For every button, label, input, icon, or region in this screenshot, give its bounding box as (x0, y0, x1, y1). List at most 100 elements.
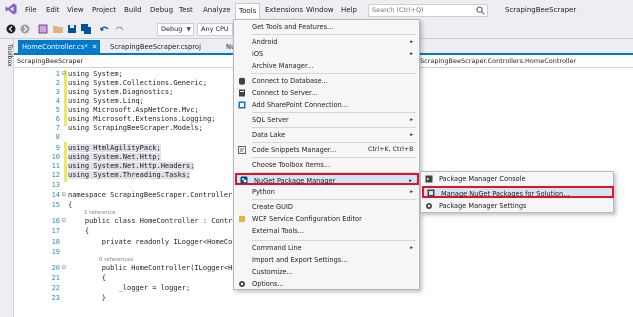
menu-item-create-guid[interactable]: Create GUID (234, 201, 419, 213)
visual-studio-logo-icon (5, 3, 17, 15)
console-icon (425, 175, 433, 183)
line-number: 19 (51, 248, 60, 256)
line-number: 5 (55, 106, 60, 114)
tools-menu: Get Tools and Features... Android ▸ iOS … (233, 19, 420, 290)
submenu-arrow-icon: ▸ (410, 51, 413, 57)
tab-csproj[interactable]: ScrapingBeeScraper.csproj (106, 40, 206, 54)
menu-item-label: Options... (252, 280, 284, 288)
menu-tools[interactable]: Tools (235, 3, 261, 20)
class-dropdown[interactable]: ScrapingBeeScraper.Controllers.HomeContr… (420, 56, 576, 67)
code-line: namespace ScrapingBeeScraper.Controllers (68, 191, 237, 199)
menu-analyze[interactable]: Analyze (200, 4, 234, 16)
menu-file[interactable]: File (22, 4, 40, 16)
menu-item-package-manager-settings[interactable]: Package Manager Settings (421, 200, 613, 212)
menu-edit[interactable]: Edit (43, 4, 63, 16)
line-number: 12 (51, 171, 60, 179)
menu-item-code-snippets[interactable]: Code Snippets Manager... Ctrl+K, Ctrl+B (234, 144, 419, 156)
menu-item-label: Add SharePoint Connection... (252, 101, 348, 109)
menu-item-customize[interactable]: Customize... (234, 266, 419, 278)
menu-separator (252, 199, 416, 200)
fold-toggle[interactable]: ⊟ (62, 264, 66, 271)
menu-item-command-line[interactable]: Command Line ▸ (234, 242, 419, 254)
menu-item-package-manager-console[interactable]: Package Manager Console (421, 173, 613, 185)
menu-item-label: Package Manager Console (439, 175, 526, 183)
menu-test[interactable]: Test (176, 4, 196, 16)
search-placeholder: Search (Ctrl+Q) (372, 6, 424, 14)
menu-item-import-export[interactable]: Import and Export Settings... (234, 254, 419, 266)
menu-item-label: Archive Manager... (252, 62, 314, 70)
undo-icon[interactable] (98, 23, 110, 35)
code-line: using System.Threading.Tasks; (68, 171, 191, 179)
open-folder-icon[interactable] (52, 23, 64, 35)
fold-toggle[interactable]: ⊟ (62, 191, 66, 198)
save-icon[interactable] (66, 23, 78, 35)
menu-item-choose-toolbox[interactable]: Choose Toolbox Items... (234, 159, 419, 171)
tab-label: HomeController.cs* (22, 43, 88, 51)
line-number: 17 (51, 227, 60, 235)
project-dropdown[interactable]: ScrapingBeeScraper (17, 56, 83, 67)
menu-item-connect-database[interactable]: Connect to Database... (234, 75, 419, 87)
menu-build[interactable]: Build (121, 4, 145, 16)
menu-item-label: Choose Toolbox Items... (252, 161, 330, 169)
menu-item-get-tools[interactable]: Get Tools and Features... (234, 21, 419, 33)
code-line: using HtmlAgilityPack; (68, 144, 161, 152)
submenu-arrow-icon: ▸ (410, 117, 413, 123)
menu-item-python[interactable]: Python ▸ (234, 186, 419, 198)
menu-project[interactable]: Project (89, 4, 119, 16)
menu-extensions[interactable]: Extensions (262, 4, 306, 16)
tab-homecontroller[interactable]: HomeController.cs* ✕ (18, 40, 100, 54)
change-marker (64, 70, 67, 126)
submenu-arrow-icon: ▸ (410, 245, 413, 251)
search-input[interactable]: Search (Ctrl+Q) (368, 4, 488, 17)
menu-item-android[interactable]: Android ▸ (234, 36, 419, 48)
menu-item-archive-manager[interactable]: Archive Manager... (234, 60, 419, 72)
nuget-submenu: Package Manager Console Manage NuGet Pac… (420, 171, 614, 213)
menu-window[interactable]: Window (303, 4, 337, 16)
code-snippet-icon (238, 146, 246, 154)
menu-item-manage-nuget-packages[interactable]: Manage NuGet Packages for Solution... (422, 186, 614, 198)
forward-icon[interactable] (19, 23, 31, 35)
save-all-icon[interactable] (80, 23, 92, 35)
fold-toggle[interactable]: ⊟ (62, 217, 66, 224)
platform-dropdown[interactable]: Any CPU (197, 23, 233, 36)
menu-item-label: Import and Export Settings... (252, 256, 348, 264)
menu-item-wcf-editor[interactable]: WCF Service Configuration Editor (234, 213, 419, 225)
toolbox-tab[interactable]: Toolbox (1, 44, 13, 84)
menu-separator (252, 142, 416, 143)
line-number: 2 (55, 79, 60, 87)
menu-item-external-tools[interactable]: External Tools... (234, 225, 419, 237)
line-number: 23 (51, 294, 60, 302)
code-line: using Microsoft.Extensions.Logging; (68, 115, 216, 123)
code-line: using System.Diagnostics; (68, 88, 174, 96)
chevron-down-icon: ▼ (186, 26, 191, 33)
menu-item-ios[interactable]: iOS ▸ (234, 48, 419, 60)
menu-item-sharepoint[interactable]: Add SharePoint Connection... (234, 99, 419, 111)
menu-separator (252, 34, 416, 35)
fold-toggle[interactable]: ⊟ (62, 70, 66, 77)
back-icon[interactable] (5, 23, 17, 35)
menu-item-nuget-package-manager[interactable]: NuGet Package Manager ▸ (235, 173, 419, 185)
line-number: 14 (51, 191, 60, 199)
menu-item-connect-server[interactable]: Connect to Server... (234, 87, 419, 99)
code-line: _logger = logger; (68, 284, 191, 292)
menu-item-options[interactable]: Options... (234, 278, 419, 290)
menu-item-data-lake[interactable]: Data Lake ▸ (234, 129, 419, 141)
new-project-icon[interactable] (37, 23, 49, 35)
code-line: using Microsoft.AspNetCore.Mvc; (68, 106, 199, 114)
menu-help[interactable]: Help (338, 4, 360, 16)
codelens-references[interactable]: 1 reference (84, 210, 116, 216)
menu-item-sql-server[interactable]: SQL Server ▸ (234, 114, 419, 126)
menu-view[interactable]: View (64, 4, 87, 16)
configuration-dropdown[interactable]: Debug ▼ (157, 23, 194, 36)
menu-debug[interactable]: Debug (147, 4, 176, 16)
menu-item-label: Command Line (252, 244, 302, 252)
close-icon[interactable]: ✕ (92, 43, 98, 51)
line-number: 11 (51, 162, 60, 170)
solution-name: ScrapingBeeScraper (505, 6, 577, 14)
menu-item-label: External Tools... (252, 227, 304, 235)
redo-icon[interactable] (114, 23, 126, 35)
codelens-references[interactable]: 0 references (99, 257, 133, 263)
line-number: 10 (51, 153, 60, 161)
menu-item-label: Manage NuGet Packages for Solution... (441, 190, 570, 198)
menu-item-label: Customize... (252, 268, 293, 276)
